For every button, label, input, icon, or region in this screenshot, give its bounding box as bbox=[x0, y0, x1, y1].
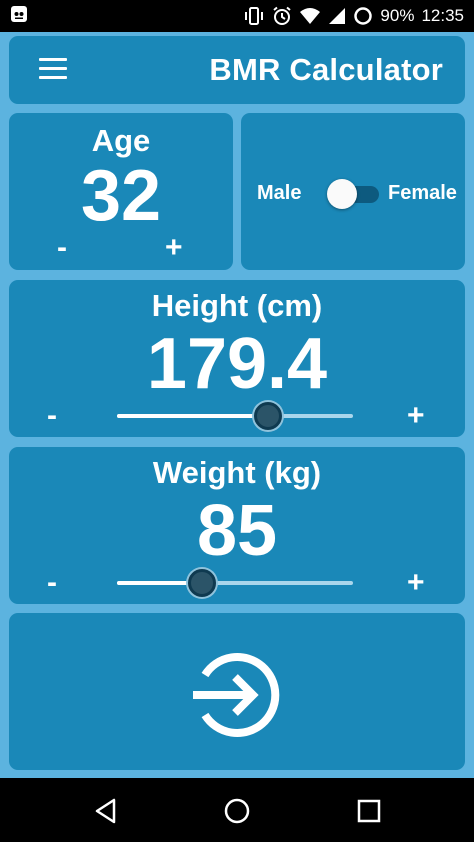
back-icon[interactable] bbox=[92, 796, 122, 826]
slider-thumb[interactable] bbox=[254, 402, 283, 430]
weight-increase-button[interactable]: + bbox=[407, 568, 425, 598]
female-label: Female bbox=[388, 182, 457, 204]
calculate-button[interactable] bbox=[9, 613, 465, 770]
weight-label: Weight (kg) bbox=[152, 455, 322, 490]
app-toolbar: BMR Calculator bbox=[9, 36, 465, 104]
age-value: 32 bbox=[80, 156, 162, 236]
home-icon[interactable] bbox=[222, 796, 252, 826]
hamburger-menu-icon[interactable] bbox=[39, 58, 67, 82]
toggle-thumb bbox=[327, 179, 357, 209]
app-title: BMR Calculator bbox=[209, 52, 443, 87]
weight-card: Weight (kg) 85 - + bbox=[9, 447, 465, 604]
battery-percentage: 90% bbox=[380, 6, 415, 25]
weight-slider[interactable] bbox=[117, 568, 353, 598]
slider-fill bbox=[117, 414, 269, 418]
age-label: Age bbox=[91, 123, 151, 158]
vibrate-icon bbox=[243, 6, 265, 26]
gender-card: Male Female bbox=[241, 113, 465, 270]
height-decrease-button[interactable]: - bbox=[47, 401, 57, 431]
clock: 12:35 bbox=[421, 6, 464, 25]
app-notification-icon bbox=[10, 5, 28, 28]
status-bar: 90% 12:35 bbox=[0, 0, 474, 32]
height-increase-button[interactable]: + bbox=[407, 401, 425, 431]
recents-icon[interactable] bbox=[354, 796, 384, 826]
height-slider[interactable] bbox=[117, 401, 353, 431]
wifi-icon bbox=[299, 7, 321, 25]
height-value: 179.4 bbox=[146, 324, 328, 404]
sign-in-arrow-icon bbox=[193, 653, 280, 737]
height-label: Height (cm) bbox=[151, 288, 323, 323]
weight-decrease-button[interactable]: - bbox=[47, 568, 57, 598]
gender-toggle[interactable] bbox=[327, 179, 381, 209]
male-label: Male bbox=[257, 182, 302, 204]
slider-thumb[interactable] bbox=[187, 569, 216, 597]
weight-value: 85 bbox=[196, 491, 278, 571]
alarm-icon bbox=[272, 6, 292, 26]
height-card: Height (cm) 179.4 - + bbox=[9, 280, 465, 437]
age-card: Age 32 - + bbox=[9, 113, 233, 270]
cell-signal-icon bbox=[328, 7, 346, 25]
age-decrease-button[interactable]: - bbox=[57, 233, 67, 263]
age-increase-button[interactable]: + bbox=[165, 233, 183, 263]
navigation-bar bbox=[0, 778, 474, 842]
battery-icon bbox=[353, 6, 373, 26]
